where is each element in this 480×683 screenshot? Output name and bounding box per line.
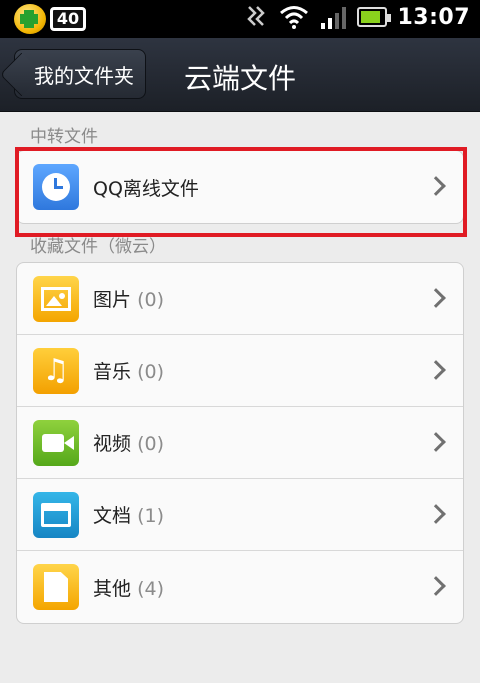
chevron-right-icon xyxy=(426,360,446,380)
notification-badge: 40 xyxy=(50,7,86,31)
battery-icon xyxy=(357,7,392,27)
status-right: 13:07 xyxy=(243,4,470,30)
status-left: 40 xyxy=(14,4,86,34)
back-button[interactable]: 我的文件夹 xyxy=(14,49,146,99)
chevron-right-icon xyxy=(426,176,446,196)
list-item-documents[interactable]: 文档 (1) xyxy=(17,479,463,551)
list-item-other[interactable]: 其他 (4) xyxy=(17,551,463,623)
clock: 13:07 xyxy=(397,4,470,30)
folder-icon xyxy=(33,491,79,538)
list-item-label: 图片 (0) xyxy=(93,289,164,311)
chevron-right-icon xyxy=(426,576,446,596)
document-icon xyxy=(33,564,79,610)
chevron-right-icon xyxy=(426,288,446,308)
section-label-favorites: 收藏文件（微云） xyxy=(30,237,166,257)
list-item-video[interactable]: 视频 (0) xyxy=(17,407,463,479)
favorite-files-card: 图片 (0) ♫ 音乐 (0) 视频 (0) 文档 (1) 其他 (4) xyxy=(16,262,464,624)
list-item-music[interactable]: ♫ 音乐 (0) xyxy=(17,335,463,407)
page-title: 云端文件 xyxy=(184,62,297,95)
list-item-label: 视频 (0) xyxy=(93,433,164,455)
wifi-icon xyxy=(280,6,309,29)
transfer-files-card: QQ离线文件 xyxy=(16,150,464,224)
list-item-label: 其他 (4) xyxy=(93,577,164,600)
signal-icon xyxy=(321,7,347,29)
list-item-offline-files[interactable]: QQ离线文件 xyxy=(17,151,463,223)
list-item-label: 音乐 (0) xyxy=(93,361,164,383)
picture-icon xyxy=(33,275,79,322)
status-bar: 40 13:07 xyxy=(0,0,480,38)
video-camera-icon xyxy=(33,419,79,466)
chevron-right-icon xyxy=(426,504,446,524)
section-label-transfer: 中转文件 xyxy=(30,127,98,147)
security-app-icon xyxy=(14,4,46,34)
data-sync-icon xyxy=(247,6,266,26)
chevron-right-icon xyxy=(426,432,446,452)
music-note-icon: ♫ xyxy=(33,347,79,394)
title-bar: 我的文件夹 云端文件 xyxy=(0,38,480,112)
back-button-label: 我的文件夹 xyxy=(34,63,134,88)
list-item-label: 文档 (1) xyxy=(93,505,164,527)
clock-icon xyxy=(33,164,79,210)
list-item-pictures[interactable]: 图片 (0) xyxy=(17,263,463,335)
list-item-label: QQ离线文件 xyxy=(93,177,199,200)
